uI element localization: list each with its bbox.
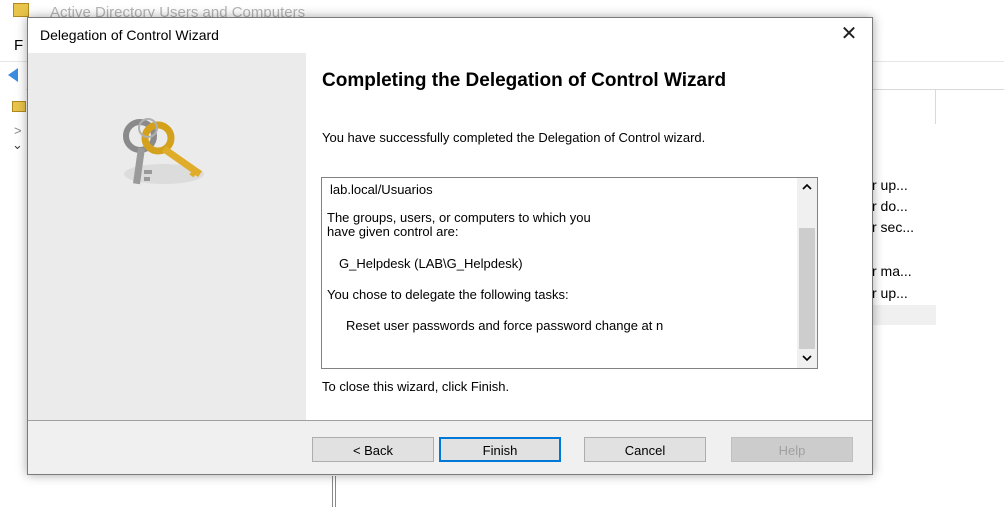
collapse-icon[interactable]: ⌄	[12, 137, 23, 153]
scroll-thumb[interactable]	[799, 228, 815, 349]
summary-group: G_Helpdesk (LAB\G_Helpdesk)	[339, 256, 523, 271]
scroll-up-icon[interactable]	[797, 178, 817, 196]
summary-task: Reset user passwords and force password …	[346, 318, 664, 333]
summary-groups-intro-1: The groups, users, or computers to which…	[327, 210, 591, 225]
summary-tasks-intro: You chose to delegate the following task…	[327, 287, 569, 302]
summary-groups-intro-2: have given control are:	[327, 224, 459, 239]
dialog-title-bar[interactable]: Delegation of Control Wizard ✕	[28, 18, 872, 53]
selected-row[interactable]	[872, 305, 936, 325]
wizard-heading: Completing the Delegation of Control Wiz…	[322, 70, 727, 91]
expand-icon[interactable]: >	[14, 123, 22, 138]
help-button: Help	[731, 437, 853, 462]
description-cell: r up...	[872, 177, 908, 193]
column-header-divider[interactable]	[935, 90, 936, 124]
description-cell: r sec...	[872, 219, 915, 235]
close-icon[interactable]: ✕	[826, 18, 872, 51]
wizard-message: You have successfully completed the Dele…	[322, 130, 706, 145]
cancel-button[interactable]: Cancel	[584, 437, 706, 462]
menu-file[interactable]: F	[14, 37, 23, 54]
list-splitter[interactable]	[332, 476, 336, 507]
folder-icon	[12, 101, 26, 112]
back-button[interactable]: < Back	[312, 437, 434, 462]
delegation-wizard-dialog: Delegation of Control Wizard ✕ Completin…	[27, 17, 873, 475]
back-arrow-icon[interactable]	[8, 68, 18, 82]
summary-scrollbar[interactable]	[797, 178, 817, 368]
description-cell: r up...	[872, 285, 908, 301]
description-cell: r ma...	[872, 263, 912, 279]
dialog-title: Delegation of Control Wizard	[40, 27, 219, 43]
scroll-down-icon[interactable]	[797, 350, 817, 368]
wizard-content: Completing the Delegation of Control Wiz…	[306, 53, 872, 420]
close-hint: To close this wizard, click Finish.	[322, 379, 510, 394]
summary-textbox[interactable]: lab.local/Usuarios The groups, users, or…	[321, 177, 818, 369]
wizard-footer: < Back Finish Cancel Help	[28, 421, 872, 474]
summary-text: lab.local/Usuarios The groups, users, or…	[322, 178, 796, 368]
summary-object: lab.local/Usuarios	[330, 182, 433, 197]
console-tree: > ⌄	[0, 89, 26, 507]
keys-icon	[123, 118, 204, 185]
app-icon	[13, 3, 29, 17]
wizard-side-panel	[28, 53, 306, 420]
description-cell: r do...	[872, 198, 908, 214]
finish-button[interactable]: Finish	[439, 437, 561, 462]
